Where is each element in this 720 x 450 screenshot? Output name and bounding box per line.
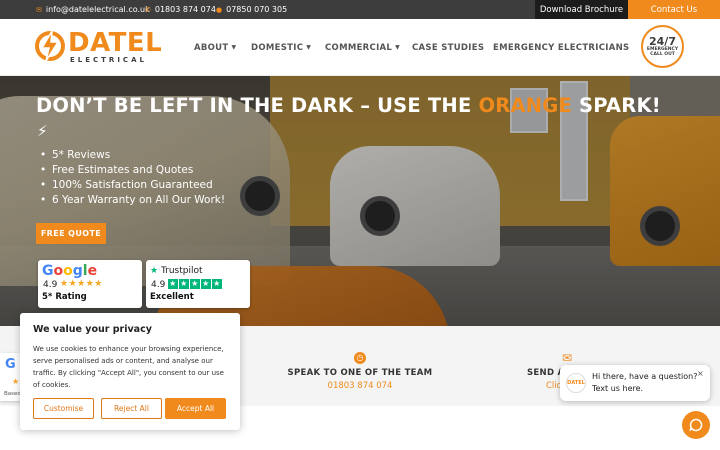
speak-phone[interactable]: 01803 874 074	[285, 381, 435, 391]
nav-case-studies-label[interactable]: CASE STUDIES	[412, 43, 484, 53]
trustpilot-score: 4.9	[151, 280, 166, 290]
google-label: 5* Rating	[42, 292, 87, 302]
star-icon: ★★★★★	[60, 279, 103, 289]
chat-message: Hi there, have a question? Text us here.	[592, 371, 697, 395]
speak-title: SPEAK TO ONE OF THE TEAM	[287, 368, 433, 378]
cookie-title: We value your privacy	[33, 324, 152, 335]
google-g-icon: G	[5, 357, 16, 372]
headline-part1: DON’T BE LEFT IN THE DARK – USE THE	[36, 94, 479, 117]
trustpilot-brand: Trustpilot	[160, 266, 203, 276]
chat-bubble-icon	[689, 418, 703, 432]
chat-popup[interactable]: DATEL Hi there, have a question? Text us…	[560, 365, 710, 401]
star-icon: ★★★★★	[168, 279, 222, 289]
nav-commercial[interactable]: COMMERCIAL ▼	[325, 19, 400, 76]
badge-text: EMERGENCY CALL OUT	[646, 47, 679, 57]
cookie-text: We use cookies to enhance your browsing …	[33, 345, 224, 389]
cookie-consent-dialog: We value your privacy We use cookies to …	[20, 313, 240, 430]
chevron-down-icon: ▼	[231, 44, 237, 51]
list-item: Free Estimates and Quotes	[40, 163, 225, 178]
phone-icon: ✆	[145, 5, 151, 14]
google-side-badge[interactable]: G ★ Based	[0, 353, 22, 401]
trustpilot-label: Excellent	[150, 292, 194, 302]
email-text[interactable]: info@datelelectrical.co.uk	[46, 5, 150, 14]
trustpilot-logo: ★ Trustpilot	[150, 266, 203, 276]
headline-part2: SPARK!	[572, 94, 661, 117]
emergency-badge[interactable]: 24/7 EMERGENCY CALL OUT	[641, 25, 684, 68]
nav-about[interactable]: ABOUT ▼	[194, 19, 236, 76]
star-icon: ★	[12, 377, 20, 386]
email-icon: ✉	[36, 5, 42, 14]
email-link[interactable]: ✉ info@datelelectrical.co.uk	[36, 0, 150, 19]
headline-orange: ORANGE	[478, 94, 572, 117]
hero-bullet-list: 5* Reviews Free Estimates and Quotes 100…	[40, 148, 225, 208]
clock-icon: ◷	[354, 352, 366, 364]
logo[interactable]: DATEL ELECTRICAL	[34, 28, 162, 67]
phone-text[interactable]: 01803 874 074	[155, 5, 216, 14]
close-icon[interactable]: ×	[697, 369, 704, 378]
mobile-text[interactable]: 07850 070 305	[226, 5, 287, 14]
site-header: DATEL ELECTRICAL ABOUT ▼ DOMESTIC ▼ COMMER…	[0, 19, 720, 76]
download-brochure-button[interactable]: Download Brochure	[535, 0, 628, 19]
trustpilot-review-card[interactable]: ★ Trustpilot 4.9 ★ ★ ★ ★ ★ Excellent	[146, 260, 250, 308]
hero-headline: DON’T BE LEFT IN THE DARK – USE THE ORAN…	[36, 94, 696, 118]
accept-all-button[interactable]: Accept All	[165, 398, 226, 419]
chevron-down-icon: ▼	[395, 44, 401, 51]
google-score: 4.9	[43, 280, 58, 290]
hero-banner: DON’T BE LEFT IN THE DARK – USE THE ORAN…	[0, 76, 720, 326]
nav-domestic-label[interactable]: DOMESTIC	[251, 43, 303, 53]
nav-emergency[interactable]: EMERGENCY ELECTRICIANS	[493, 19, 629, 76]
nav-emergency-label[interactable]: EMERGENCY ELECTRICIANS	[493, 43, 629, 53]
phone-link[interactable]: ✆ 01803 874 074	[145, 0, 216, 19]
nav-case-studies[interactable]: CASE STUDIES	[412, 19, 484, 76]
reject-all-button[interactable]: Reject All	[101, 398, 162, 419]
top-bar: ✉ info@datelelectrical.co.uk ✆ 01803 874…	[0, 0, 720, 19]
logo-word: DATEL	[68, 28, 163, 58]
customise-button[interactable]: Customise	[33, 398, 94, 419]
logo-sub: ELECTRICAL	[70, 56, 147, 64]
chat-line-1: Hi there, have a question?	[592, 372, 698, 381]
list-item: 5* Reviews	[40, 148, 225, 163]
mobile-icon: ●	[216, 5, 223, 14]
mobile-link[interactable]: ● 07850 070 305	[216, 0, 287, 19]
chat-line-2: Text us here.	[592, 384, 644, 393]
google-badge-text: Based	[4, 391, 21, 397]
list-item: 100% Satisfaction Guaranteed	[40, 178, 225, 193]
chevron-down-icon: ▼	[306, 44, 312, 51]
chat-icon[interactable]	[682, 411, 710, 439]
envelope-icon: ✉	[562, 351, 573, 365]
nav-commercial-label[interactable]: COMMERCIAL	[325, 43, 392, 53]
lightning-icon: ⚡	[37, 122, 48, 140]
list-item: 6 Year Warranty on All Our Work!	[40, 193, 225, 208]
google-logo: Google	[42, 263, 98, 279]
logo-bolt-icon	[35, 30, 65, 62]
free-quote-button[interactable]: FREE QUOTE	[36, 223, 106, 244]
nav-domestic[interactable]: DOMESTIC ▼	[251, 19, 311, 76]
badge-247: 24/7	[649, 35, 676, 48]
nav-about-label[interactable]: ABOUT	[194, 43, 228, 53]
speak-to-team[interactable]: ◷ SPEAK TO ONE OF THE TEAM 01803 874 074	[285, 326, 435, 406]
chat-avatar: DATEL	[566, 373, 586, 393]
google-review-card[interactable]: Google 4.9 ★★★★★ 5* Rating	[38, 260, 142, 308]
contact-us-button[interactable]: Contact Us	[628, 0, 720, 19]
